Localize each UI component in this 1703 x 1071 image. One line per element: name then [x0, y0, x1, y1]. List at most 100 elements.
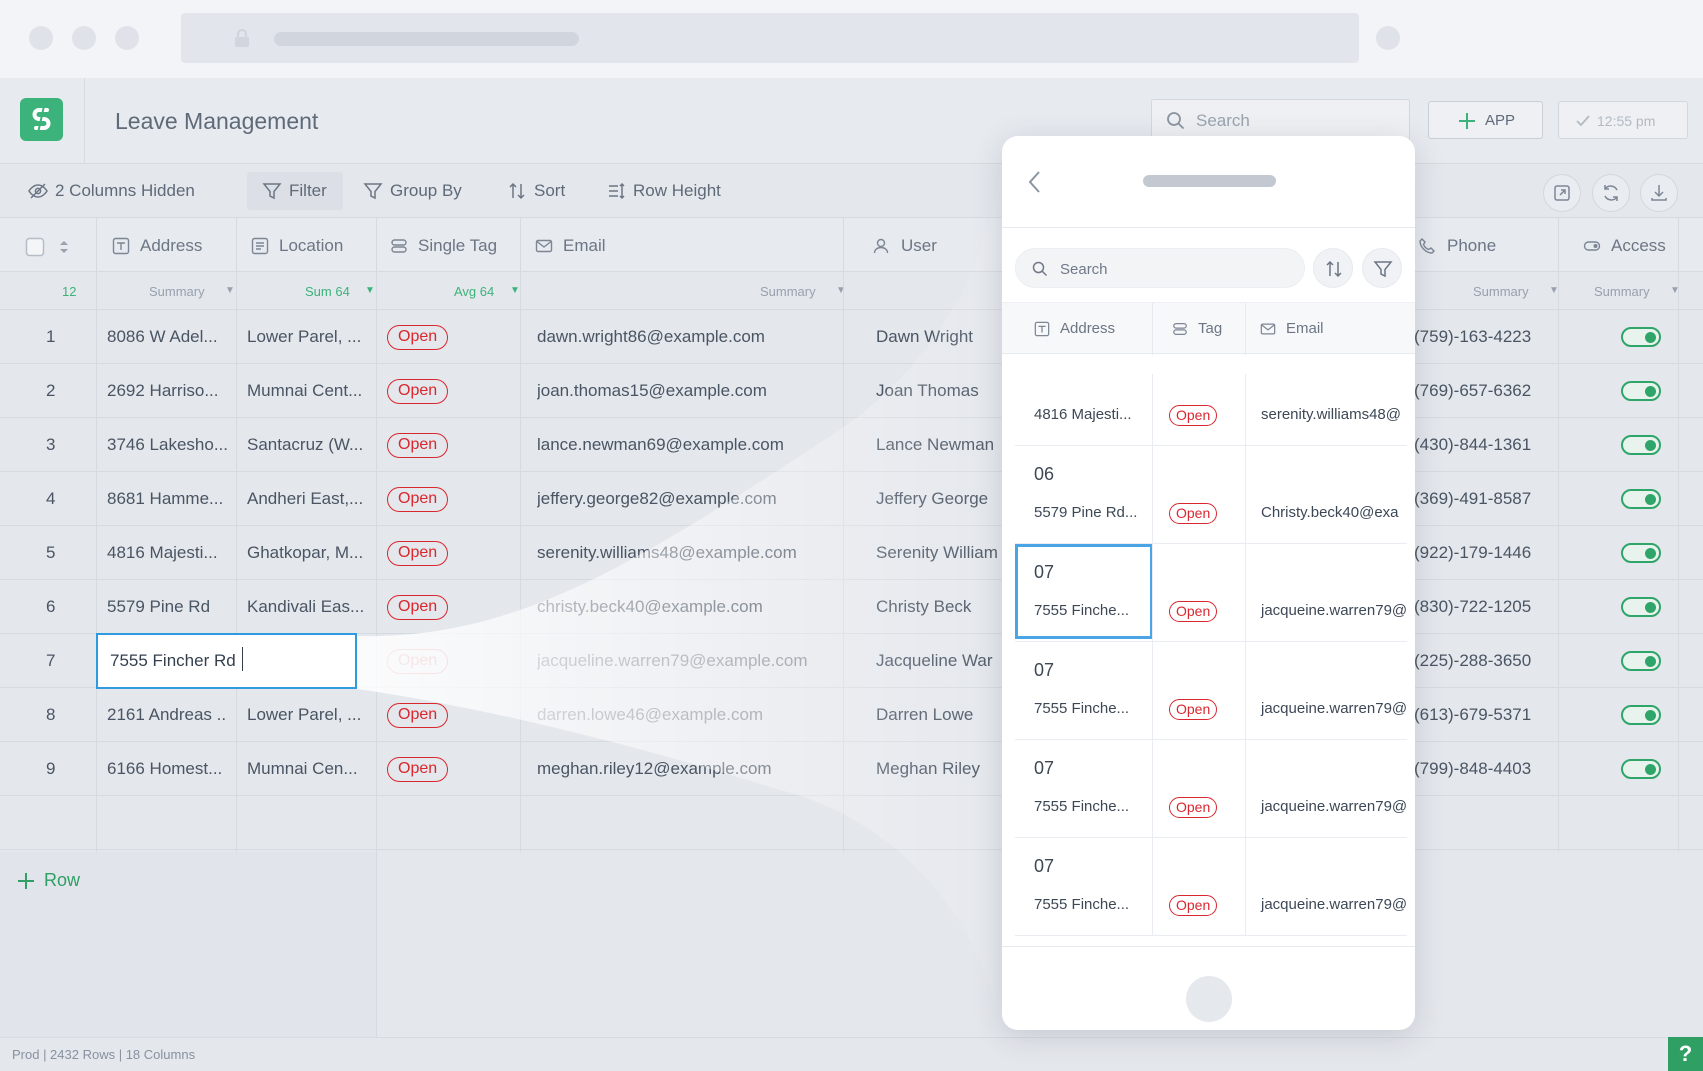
cell-phone[interactable]: (830)-722-1205: [1414, 580, 1564, 634]
cell-phone[interactable]: (769)-657-6362: [1414, 364, 1564, 418]
cell-user[interactable]: Jeffery George: [876, 472, 1000, 526]
access-toggle[interactable]: [1621, 597, 1661, 617]
table-row[interactable]: 2 2692 Harriso... Mumnai Cent... Open jo…: [0, 364, 1703, 418]
cell-phone[interactable]: (613)-679-5371: [1414, 688, 1564, 742]
cell-email[interactable]: dawn.wright86@example.com: [537, 310, 837, 364]
cell-location[interactable]: Kandivali Eas...: [247, 580, 372, 634]
cell-address[interactable]: 2161 Andreas ...: [107, 688, 227, 742]
mobile-record[interactable]: 07 7555 Finche... Open jacqueine.warren7…: [1015, 642, 1407, 740]
save-status-button[interactable]: 12:55 pm: [1558, 101, 1688, 139]
cell-address[interactable]: 6166 Homest...: [107, 742, 227, 796]
mobile-record-selected[interactable]: 07 7555 Finche... Open jacqueine.warren7…: [1015, 544, 1407, 642]
cell-location[interactable]: Andheri East,...: [247, 472, 372, 526]
mobile-cell-email[interactable]: Christy.beck40@exa: [1246, 446, 1407, 544]
cell-email[interactable]: meghan.riley12@example.com: [537, 742, 837, 796]
status-badge[interactable]: Open: [387, 757, 449, 782]
table-row[interactable]: 1 8086 W Adel... Lower Parel, ... Open d…: [0, 310, 1703, 364]
access-toggle[interactable]: [1621, 759, 1661, 779]
mobile-cell-address[interactable]: 07 7555 Finche...: [1015, 838, 1153, 936]
mobile-header-tag[interactable]: Tag: [1172, 303, 1242, 355]
cell-email[interactable]: joan.thomas15@example.com: [537, 364, 837, 418]
access-toggle[interactable]: [1621, 327, 1661, 347]
status-badge[interactable]: Open: [387, 325, 449, 350]
cell-phone[interactable]: (225)-288-3650: [1414, 634, 1564, 688]
mobile-cell-address[interactable]: 07 7555 Finche...: [1015, 642, 1153, 740]
empty-row[interactable]: [0, 796, 1703, 850]
summary-phone[interactable]: Summary ▼: [1473, 272, 1563, 310]
group-by-button[interactable]: Group By: [363, 178, 473, 204]
mobile-record[interactable]: 06 5579 Pine Rd... Open Christy.beck40@e…: [1015, 446, 1407, 544]
window-close-dot[interactable]: [29, 26, 53, 50]
cell-user[interactable]: Dawn Wright: [876, 310, 1000, 364]
cell-phone[interactable]: (759)-163-4223: [1414, 310, 1564, 364]
table-row[interactable]: 3 3746 Lakesho... Santacruz (W... Open l…: [0, 418, 1703, 472]
mobile-cell-email[interactable]: jacqueine.warren79@: [1246, 740, 1407, 838]
cell-location[interactable]: Mumnai Cen...: [247, 742, 372, 796]
table-row[interactable]: 9 6166 Homest... Mumnai Cen... Open megh…: [0, 742, 1703, 796]
mobile-cell-address[interactable]: 07 7555 Finche...: [1015, 544, 1153, 642]
table-row[interactable]: 6 5579 Pine Rd Kandivali Eas... Open chr…: [0, 580, 1703, 634]
status-badge[interactable]: Open: [1169, 503, 1218, 524]
table-row[interactable]: 5 4816 Majesti... Ghatkopar, M... Open s…: [0, 526, 1703, 580]
cell-address[interactable]: 8086 W Adel...: [107, 310, 227, 364]
access-toggle[interactable]: [1621, 705, 1661, 725]
mobile-cell-tag[interactable]: Open: [1153, 642, 1246, 740]
add-app-button[interactable]: APP: [1428, 101, 1543, 139]
access-toggle[interactable]: [1621, 489, 1661, 509]
cell-user[interactable]: Christy Beck: [876, 580, 1000, 634]
cell-email[interactable]: jacqueline.warren79@example.com: [537, 634, 837, 688]
cell-user[interactable]: Joan Thomas: [876, 364, 1000, 418]
column-header-access[interactable]: Access: [1583, 218, 1683, 272]
address-edit-input[interactable]: 7555 Fincher Rd: [96, 633, 357, 689]
mobile-record[interactable]: 07 7555 Finche... Open jacqueine.warren7…: [1015, 838, 1407, 936]
status-badge[interactable]: Open: [1169, 405, 1218, 426]
cell-phone[interactable]: (430)-844-1361: [1414, 418, 1564, 472]
access-toggle[interactable]: [1621, 435, 1661, 455]
sort-toggle-icon[interactable]: [58, 237, 70, 257]
column-header-address[interactable]: Address: [112, 218, 232, 272]
summary-address[interactable]: Summary ▼: [149, 272, 239, 310]
column-header-single-tag[interactable]: Single Tag: [390, 218, 520, 272]
status-badge[interactable]: Open: [387, 433, 449, 458]
column-header-user[interactable]: User: [872, 218, 972, 272]
status-badge[interactable]: Open: [387, 595, 449, 620]
help-button[interactable]: ?: [1668, 1037, 1703, 1071]
status-badge[interactable]: Open: [387, 541, 449, 566]
status-badge[interactable]: Open: [1169, 797, 1218, 818]
access-toggle[interactable]: [1621, 381, 1661, 401]
status-badge[interactable]: Open: [387, 487, 449, 512]
mobile-cell-email[interactable]: jacqueine.warren79@: [1246, 544, 1407, 642]
mobile-cell-address[interactable]: 4816 Majesti...: [1015, 374, 1153, 446]
reload-button[interactable]: [1592, 174, 1630, 212]
mobile-record[interactable]: 07 7555 Finche... Open jacqueine.warren7…: [1015, 740, 1407, 838]
cell-user[interactable]: Darren Lowe: [876, 688, 1000, 742]
table-row[interactable]: 8 2161 Andreas ... Lower Parel, ... Open…: [0, 688, 1703, 742]
mobile-sort-button[interactable]: [1313, 248, 1353, 288]
access-toggle[interactable]: [1621, 651, 1661, 671]
cell-user[interactable]: Jacqueline War: [876, 634, 1000, 688]
status-badge[interactable]: Open: [1169, 601, 1218, 622]
status-badge[interactable]: Open: [387, 379, 449, 404]
cell-phone[interactable]: (369)-491-8587: [1414, 472, 1564, 526]
sort-button[interactable]: Sort: [507, 178, 571, 204]
column-header-location[interactable]: Location: [251, 218, 371, 272]
cell-location[interactable]: Mumnai Cent...: [247, 364, 372, 418]
cell-user[interactable]: Meghan Riley: [876, 742, 1000, 796]
select-all-header[interactable]: [25, 218, 85, 272]
home-button[interactable]: [1186, 976, 1232, 1022]
summary-email[interactable]: Summary ▼: [760, 272, 850, 310]
back-chevron-icon[interactable]: [1026, 169, 1044, 195]
mobile-cell-email[interactable]: jacqueine.warren79@: [1246, 642, 1407, 740]
cell-email[interactable]: jeffery.george82@example.com: [537, 472, 837, 526]
cell-address[interactable]: 4816 Majesti...: [107, 526, 227, 580]
window-maximize-dot[interactable]: [115, 26, 139, 50]
cell-address[interactable]: 3746 Lakesho...: [107, 418, 227, 472]
status-badge[interactable]: Open: [387, 703, 449, 728]
summary-access[interactable]: Summary ▼: [1594, 272, 1684, 310]
mobile-cell-email[interactable]: jacqueine.warren79@: [1246, 838, 1407, 936]
summary-location[interactable]: Sum 64 ▼: [305, 272, 385, 310]
mobile-record[interactable]: 4816 Majesti... Open serenity.williams48…: [1015, 374, 1407, 446]
status-badge[interactable]: Open: [1169, 895, 1218, 916]
mobile-header-email[interactable]: Email: [1260, 303, 1360, 355]
mobile-cell-tag[interactable]: Open: [1153, 446, 1246, 544]
